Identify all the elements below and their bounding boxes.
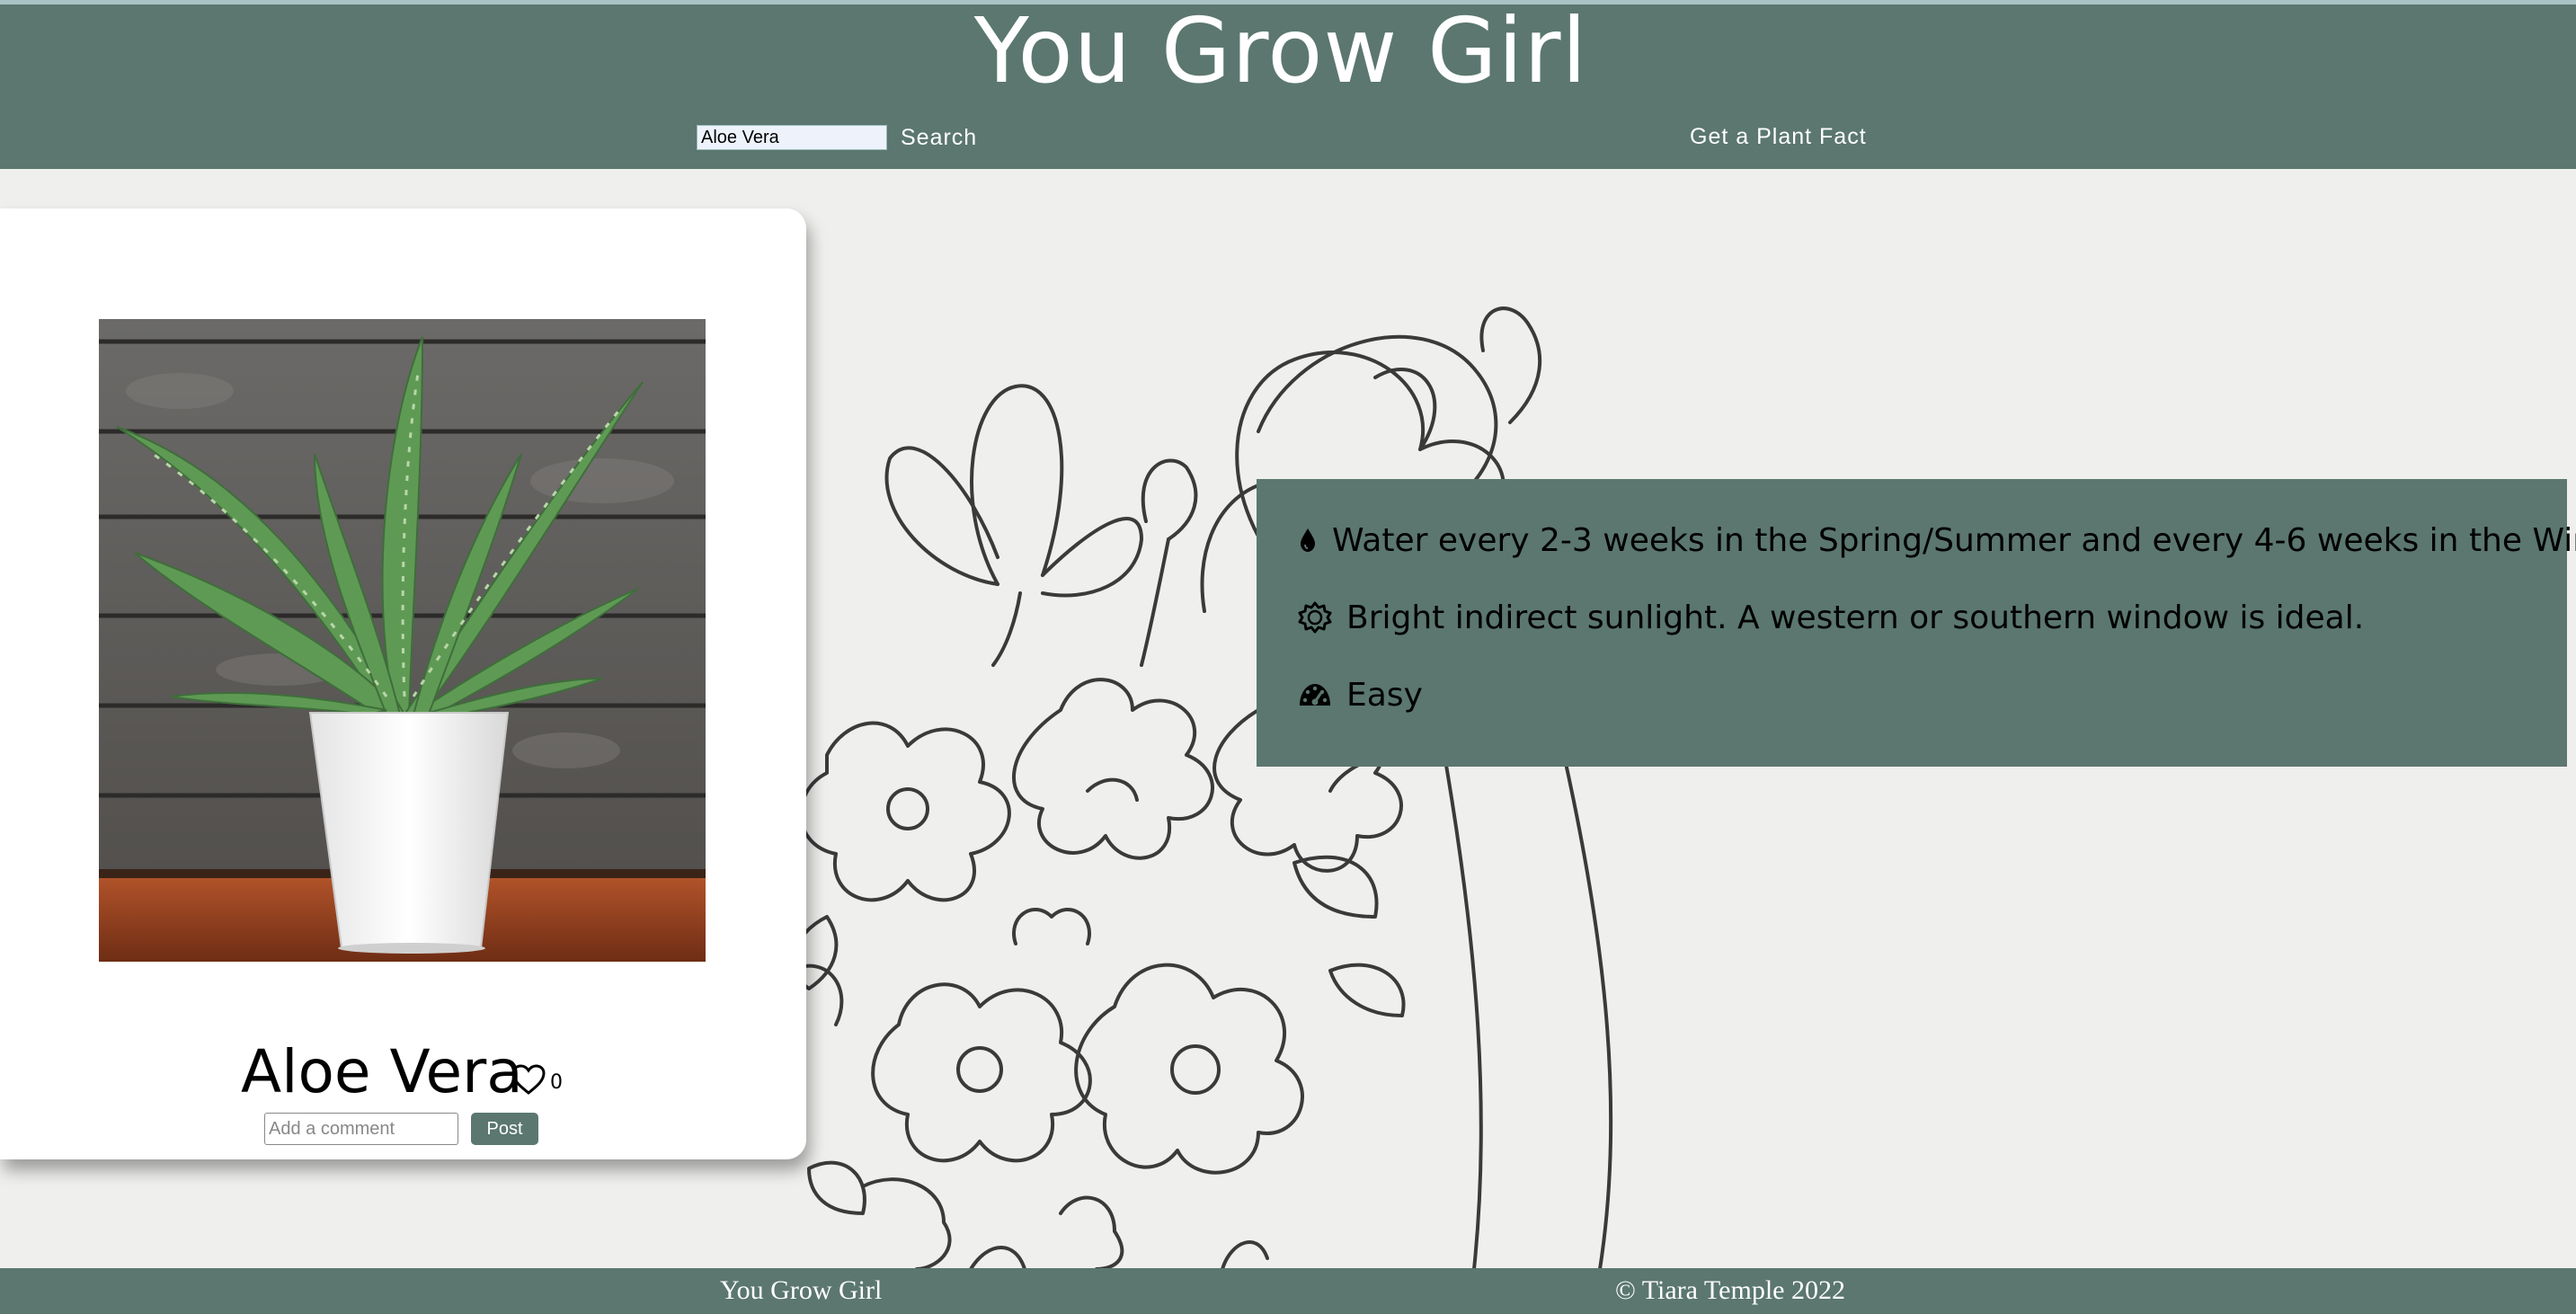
plant-name: Aloe Vera (241, 1037, 523, 1106)
plant-card: Aloe Vera 0 Post (0, 209, 806, 1159)
like-count: 0 (550, 1071, 563, 1094)
site-footer: You Grow Girl © Tiara Temple 2022 (0, 1268, 2576, 1314)
site-title: You Grow Girl (973, 0, 1588, 103)
sun-icon (1298, 601, 1332, 634)
search-button[interactable]: Search (901, 122, 977, 153)
heart-icon[interactable] (511, 1063, 546, 1096)
post-button[interactable]: Post (471, 1113, 538, 1145)
difficulty-info-row: Easy (1298, 670, 1423, 720)
difficulty-info-text: Easy (1346, 676, 1423, 714)
site-header: You Grow Girl Search Get a Plant Fact (0, 4, 2576, 169)
water-drop-icon (1301, 528, 1315, 552)
light-info-text: Bright indirect sunlight. A western or s… (1346, 599, 2365, 636)
comment-input[interactable] (264, 1113, 458, 1145)
gauge-icon (1300, 684, 1330, 706)
care-info-panel: Water every 2-3 weeks in the Spring/Summ… (1257, 479, 2576, 767)
plant-fact-button[interactable]: Get a Plant Fact (1690, 121, 1867, 152)
water-info-row: Water every 2-3 weeks in the Spring/Summ… (1298, 515, 2576, 565)
line-art-illustration (791, 306, 1613, 1269)
water-info-text: Water every 2-3 weeks in the Spring/Summ… (1332, 521, 2576, 559)
footer-site-name: You Grow Girl (720, 1275, 883, 1305)
light-info-row: Bright indirect sunlight. A western or s… (1298, 592, 2364, 643)
search-input[interactable] (697, 125, 887, 150)
footer-copyright: © Tiara Temple 2022 (1615, 1275, 1845, 1305)
plant-photo (99, 319, 706, 962)
